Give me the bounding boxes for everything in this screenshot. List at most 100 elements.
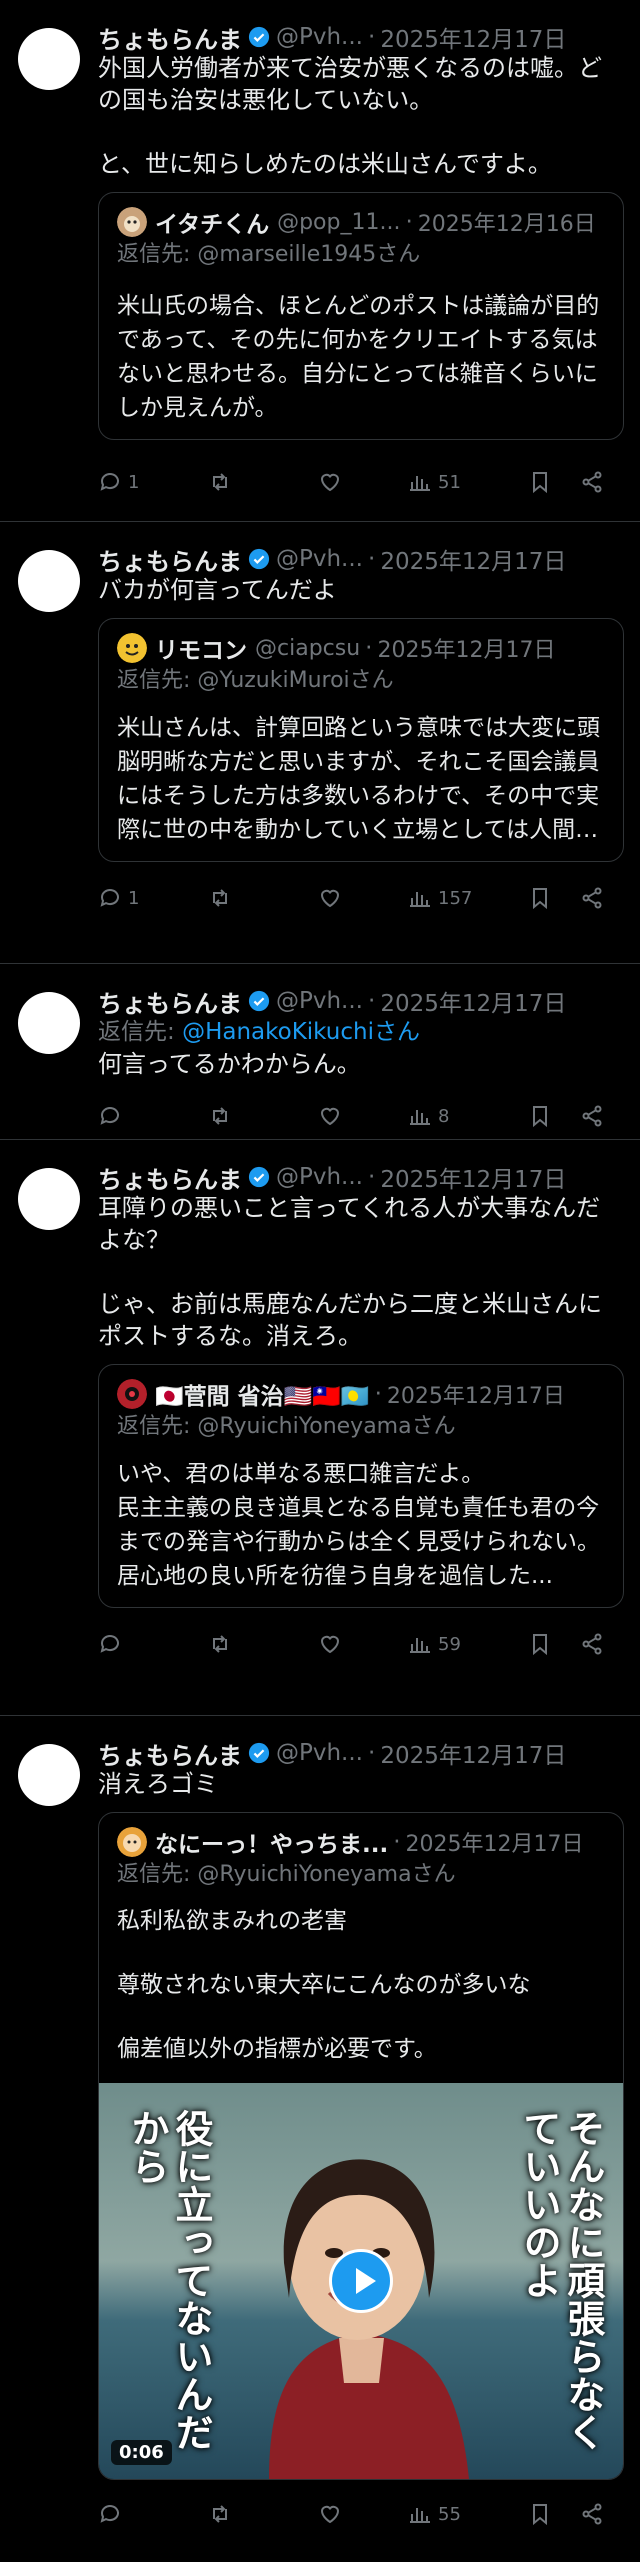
quoted-tweet[interactable]: なにーっ！やっちま... · 2025年12月17日 返信先: @Ryuichi… xyxy=(98,1812,624,2480)
timestamp[interactable]: 2025年12月17日 xyxy=(380,1738,566,1768)
quote-reply-to: 返信先: @RyuichiYoneyamaさん xyxy=(117,1862,456,1887)
share-icon xyxy=(582,887,602,909)
repost-button[interactable] xyxy=(208,2502,318,2526)
view-count: 55 xyxy=(438,2503,461,2525)
author-name[interactable]: ちょもらんま xyxy=(98,1738,242,1769)
reply-context: 返信先: @HanakoKikuchiさん xyxy=(98,1016,624,1048)
verified-badge-icon xyxy=(248,548,270,570)
video-duration: 0:06 xyxy=(111,2440,172,2465)
quote-timestamp: 2025年12月17日 xyxy=(405,1832,584,1857)
views-button[interactable]: 55 xyxy=(408,2502,528,2526)
tweet-text: 外国人労働者が来て治安が悪くなるのは嘘。どの国も治安は悪化していない。 と、世に… xyxy=(98,54,602,178)
tweet[interactable]: ちょもらんま @Pvh... · 2025年12月17日 返信先: @Hanak… xyxy=(0,964,640,1140)
like-button[interactable] xyxy=(318,886,408,910)
quote-header: 🇯🇵菅間 省治🇺🇸🇹🇼🇵🇼 · 2025年12月17日 xyxy=(117,1377,605,1411)
avatar[interactable] xyxy=(18,28,80,90)
reply-to-link[interactable]: @HanakoKikuchiさん xyxy=(182,1019,420,1045)
play-button-icon[interactable] xyxy=(329,2249,393,2313)
reply-button[interactable] xyxy=(98,1632,208,1656)
heart-icon xyxy=(320,1107,340,1126)
quote-text: 米山氏の場合、ほとんどのポストは議論が目的であって、その先に何かをクリエイトする… xyxy=(117,293,600,421)
author-handle[interactable]: @Pvh... xyxy=(276,1740,363,1766)
timestamp[interactable]: 2025年12月17日 xyxy=(380,22,566,52)
action-bar: 8 xyxy=(98,1086,624,1146)
heart-icon xyxy=(320,473,340,492)
avatar[interactable] xyxy=(18,992,80,1054)
like-button[interactable] xyxy=(318,2502,408,2526)
repost-icon xyxy=(213,2505,227,2523)
tweet[interactable]: ちょもらんま @Pvh... · 2025年12月17日 外国人労働者が来て治安… xyxy=(0,0,640,522)
author-handle[interactable]: @Pvh... xyxy=(276,546,363,572)
bookmark-button[interactable] xyxy=(528,886,580,910)
repost-button[interactable] xyxy=(208,1632,318,1656)
share-button[interactable] xyxy=(580,886,604,910)
views-button[interactable]: 157 xyxy=(408,886,528,910)
share-button[interactable] xyxy=(580,470,604,494)
share-button[interactable] xyxy=(580,1632,604,1656)
like-button[interactable] xyxy=(318,1632,408,1656)
tweet[interactable]: ちょもらんま @Pvh... · 2025年12月17日 消えろゴミ なにーっ！… xyxy=(0,1716,640,2562)
reply-button[interactable]: 1 xyxy=(98,470,208,494)
tweet-text: 何言ってるかわからん。 xyxy=(98,1050,361,1078)
tweet[interactable]: ちょもらんま @Pvh... · 2025年12月17日 バカが何言ってんだよ … xyxy=(0,522,640,964)
views-icon xyxy=(410,1110,430,1125)
author-handle[interactable]: @Pvh... xyxy=(276,24,363,50)
repost-button[interactable] xyxy=(208,886,318,910)
tweet-header: ちょもらんま @Pvh... · 2025年12月17日 xyxy=(98,986,624,1016)
author-handle[interactable]: @Pvh... xyxy=(276,1164,363,1190)
bookmark-icon xyxy=(533,1106,547,1128)
bookmark-button[interactable] xyxy=(528,1104,580,1128)
separator-dot: · xyxy=(374,1381,382,1407)
timestamp[interactable]: 2025年12月17日 xyxy=(380,986,566,1016)
quote-header: イタチくん @pop_11... · 2025年12月16日 xyxy=(117,205,605,239)
like-button[interactable] xyxy=(318,470,408,494)
bookmark-icon xyxy=(533,1634,547,1656)
reply-button[interactable] xyxy=(98,2502,208,2526)
timestamp[interactable]: 2025年12月17日 xyxy=(380,544,566,574)
quoted-tweet[interactable]: 🇯🇵菅間 省治🇺🇸🇹🇼🇵🇼 · 2025年12月17日 返信先: @Ryuich… xyxy=(98,1364,624,1608)
quoted-tweet[interactable]: イタチくん @pop_11... · 2025年12月16日 返信先: @mar… xyxy=(98,192,624,440)
bookmark-button[interactable] xyxy=(528,1632,580,1656)
views-icon xyxy=(410,476,430,491)
timestamp[interactable]: 2025年12月17日 xyxy=(380,1162,566,1192)
video-caption-right: そんなに頑張らなくていいのよ xyxy=(517,2109,606,2451)
video-player[interactable]: そんなに頑張らなくていいのよ 役に立ってないんだから 0:06 xyxy=(99,2083,623,2479)
quote-reply-to: 返信先: @YuzukiMuroiさん xyxy=(117,668,394,693)
tweet-text: 耳障りの悪いこと言ってくれる人が大事なんだよな？ じゃ、お前は馬鹿なんだから二度… xyxy=(98,1194,602,1350)
quote-timestamp: 2025年12月17日 xyxy=(386,1384,565,1409)
views-button[interactable]: 51 xyxy=(408,470,528,494)
repost-button[interactable] xyxy=(208,1104,318,1128)
heart-icon xyxy=(320,889,340,908)
tweet-header: ちょもらんま @Pvh... · 2025年12月17日 xyxy=(98,22,624,52)
reply-button[interactable] xyxy=(98,1104,208,1128)
author-name[interactable]: ちょもらんま xyxy=(98,22,242,53)
verified-badge-icon xyxy=(248,1742,270,1764)
reply-button[interactable]: 1 xyxy=(98,886,208,910)
avatar[interactable] xyxy=(18,550,80,612)
author-name[interactable]: ちょもらんま xyxy=(98,986,242,1017)
share-icon xyxy=(582,2503,602,2525)
avatar[interactable] xyxy=(18,1168,80,1230)
repost-button[interactable] xyxy=(208,470,318,494)
avatar[interactable] xyxy=(18,1744,80,1806)
views-button[interactable]: 8 xyxy=(408,1104,528,1128)
bookmark-button[interactable] xyxy=(528,470,580,494)
tweet-header: ちょもらんま @Pvh... · 2025年12月17日 xyxy=(98,1162,624,1192)
separator-dot: · xyxy=(365,635,373,661)
quoted-tweet[interactable]: リモコン @ciapcsu · 2025年12月17日 返信先: @Yuzuki… xyxy=(98,618,624,862)
views-icon xyxy=(410,892,430,907)
author-handle[interactable]: @Pvh... xyxy=(276,988,363,1014)
views-button[interactable]: 59 xyxy=(408,1632,528,1656)
author-name[interactable]: ちょもらんま xyxy=(98,1162,242,1193)
repost-icon xyxy=(213,889,227,907)
bookmark-button[interactable] xyxy=(528,2502,580,2526)
quote-timestamp: 2025年12月17日 xyxy=(377,638,556,663)
author-name[interactable]: ちょもらんま xyxy=(98,544,242,575)
tweet[interactable]: ちょもらんま @Pvh... · 2025年12月17日 耳障りの悪いこと言って… xyxy=(0,1140,640,1716)
tweet-header: ちょもらんま @Pvh... · 2025年12月17日 xyxy=(98,1738,624,1768)
share-button[interactable] xyxy=(580,1104,604,1128)
like-button[interactable] xyxy=(318,1104,408,1128)
share-button[interactable] xyxy=(580,2502,604,2526)
tweet-text: バカが何言ってんだよ xyxy=(98,576,337,604)
share-icon xyxy=(582,471,602,493)
